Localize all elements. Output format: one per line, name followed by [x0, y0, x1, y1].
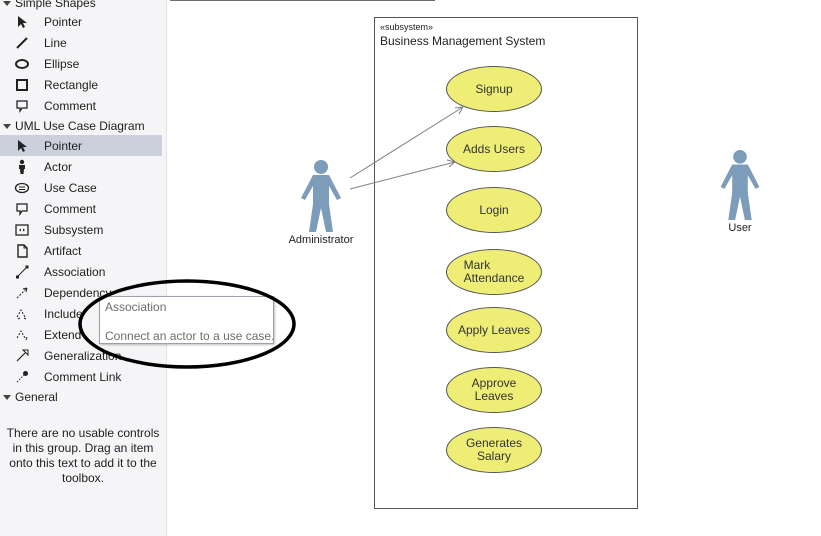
use-case-label: Adds Users — [462, 141, 526, 156]
association-line-adds-users[interactable] — [349, 159, 456, 190]
use-case-label: Signup — [475, 81, 513, 96]
tooltip-description: Connect an actor to a use case. — [105, 329, 275, 343]
use-case-label-line: Approve — [471, 376, 517, 390]
actor-figure-icon — [301, 160, 341, 232]
actor-name: Administrator — [288, 234, 354, 246]
tooltip-title: Association — [105, 300, 167, 314]
use-case-apply-leaves[interactable]: Apply Leaves — [446, 307, 542, 353]
use-case-label-line: Attendance — [463, 271, 525, 285]
actor-name: User — [728, 222, 752, 234]
association-connectors — [349, 106, 464, 190]
use-case-approve-leaves[interactable]: Approve Leaves — [446, 367, 542, 413]
actor-administrator[interactable]: Administrator — [280, 158, 362, 246]
use-case-adds-users[interactable]: Adds Users — [446, 126, 542, 172]
use-case-label-line: Generates — [465, 436, 523, 450]
actor-figure-icon — [720, 149, 760, 221]
use-case-mark-attendance[interactable]: Mark Attendance — [446, 249, 542, 295]
use-case-generates-salary[interactable]: Generates Salary — [446, 427, 542, 473]
use-case-label: Login — [479, 202, 509, 217]
use-case-label: Generates Salary — [466, 437, 522, 463]
use-case-label: Approve Leaves — [472, 377, 517, 403]
use-case-label-line: Mark — [463, 258, 491, 272]
association-tooltip: Association Connect an actor to a use ca… — [99, 296, 274, 344]
use-case-label: Mark Attendance — [464, 259, 525, 285]
actor-user[interactable]: User — [705, 148, 775, 234]
association-line-signup[interactable] — [349, 106, 464, 179]
use-case-label-line: Salary — [476, 449, 511, 463]
use-case-label-line: Leaves — [474, 389, 514, 403]
use-case-label: Apply Leaves — [457, 322, 531, 337]
use-case-login[interactable]: Login — [446, 187, 542, 233]
use-case-signup[interactable]: Signup — [446, 66, 542, 112]
